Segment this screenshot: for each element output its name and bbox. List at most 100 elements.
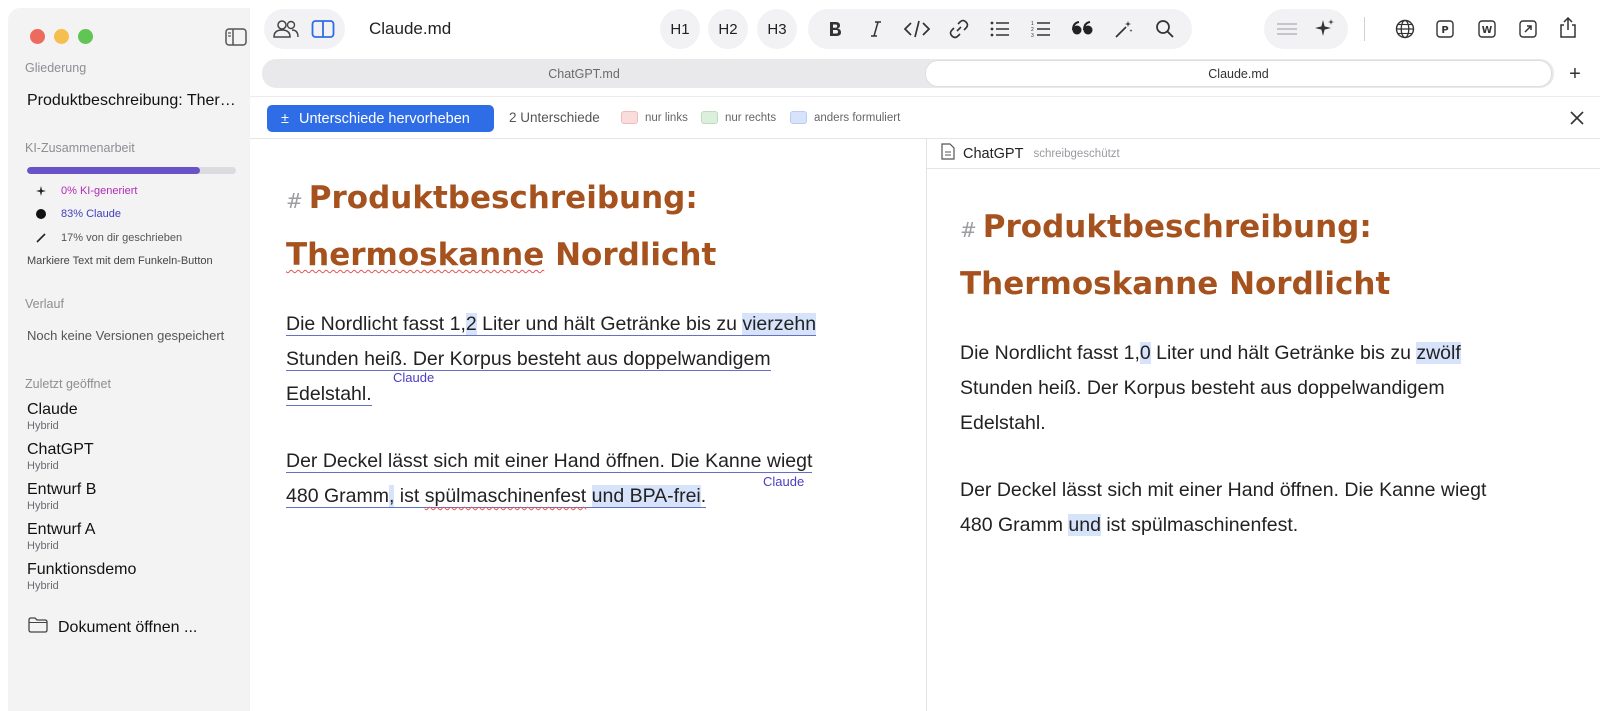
heading-2-button[interactable]: H2 [708,9,748,49]
text-run: Edelstahl. [960,412,1046,434]
text-run: ist [394,485,425,508]
link-icon[interactable] [942,13,976,45]
plus-minus-icon: ± [281,110,289,127]
no-versions-text: Noch keine Versionen gespeichert [27,328,225,343]
recent-item-name: Funktionsdemo [27,561,137,578]
bold-icon[interactable] [818,13,852,45]
difference-count: 2 Unterschiede [509,110,600,125]
sparkle-hint: Markiere Text mit dem Funkeln-Button [27,255,213,267]
text-run: . [700,485,707,508]
svg-text:P: P [1441,25,1448,36]
document-icon [941,142,955,165]
left-heading-line1: Produktbeschreibung: [308,180,698,216]
close-window-button[interactable] [30,29,45,44]
magic-wand-icon[interactable] [1107,13,1141,45]
recent-item-funktionsdemo[interactable]: Funktionsdemo Hybrid [27,560,136,600]
diff-reworded-run: und [1068,514,1101,536]
split-view-icon[interactable] [306,13,340,45]
sparkle-icon [35,185,47,197]
outline-heading: Gliederung [25,61,87,75]
right-heading-line2: Thermoskanne Nordlicht [960,266,1391,302]
export-pdf-icon[interactable]: P [1428,13,1462,45]
sparkle-icon[interactable] [1308,13,1342,45]
recent-item-mode: Hybrid [27,580,59,592]
tab-claude[interactable]: Claude.md [926,61,1551,86]
recent-item-claude[interactable]: Claude Hybrid [27,400,136,440]
history-heading: Verlauf [25,297,64,311]
diff-reworded-run: und BPA-frei [591,485,701,508]
folder-icon [28,617,48,638]
claude-attribution-tag: Claude [393,370,435,385]
close-diff-icon[interactable] [1566,107,1588,129]
text-run: Edelstahl. [286,383,372,406]
add-tab-button[interactable]: + [1562,62,1588,86]
recent-item-mode: Hybrid [27,540,59,552]
stat-self-written-label: 17% von dir geschrieben [61,232,183,244]
minimize-window-button[interactable] [54,29,69,44]
highlight-differences-label: Unterschiede hervorheben [298,110,470,127]
legend-swatch-right [701,111,718,124]
bullet-list-icon[interactable] [983,13,1017,45]
pencil-icon [35,232,47,244]
left-heading[interactable]: # Produktbeschreibung: Thermoskanne Nordl… [286,171,716,282]
left-paragraph-2[interactable]: Der Deckel lässt sich mit einer Hand öff… [286,444,906,514]
open-document-label: Dokument öffnen ... [58,618,198,636]
recent-item-entwurf-b[interactable]: Entwurf B Hybrid [27,480,136,520]
text-run: 480 Gramm [960,514,1069,536]
diff-reworded-run: zwölf [1416,342,1461,364]
text-run: Der Deckel lässt sich mit einer Hand öff… [960,479,1487,501]
document-title: Claude.md [369,19,452,38]
diff-reworded-run: 0 [1139,342,1151,364]
recent-item-chatgpt[interactable]: ChatGPT Hybrid [27,440,136,480]
open-document-button[interactable]: Dokument öffnen ... [28,617,197,638]
heading-3-button[interactable]: H3 [757,9,797,49]
export-word-icon[interactable]: W [1470,13,1504,45]
tab-chatgpt[interactable]: ChatGPT.md [264,61,904,86]
text-run-misspelled: spülmaschinenfest [424,485,587,508]
collaborators-icon[interactable] [269,13,303,45]
right-paragraph-2: Der Deckel lässt sich mit einer Hand öff… [960,473,1580,543]
outline-item[interactable]: Produktbeschreibung: Thermoskanne Nordli… [27,92,237,110]
legend-swatch-left [621,111,638,124]
stat-ai-generated-label: 0% KI-generiert [61,185,138,197]
claude-attribution-tag: Claude [763,474,805,489]
text-run: Die Nordlicht fasst 1, [960,342,1140,364]
window-controls [30,29,93,44]
ai-share-progress-fill [27,167,201,174]
svg-text:3: 3 [1031,33,1034,38]
app-window: Gliederung Produktbeschreibung: Thermosk… [0,0,1600,711]
numbered-list-icon[interactable]: 123 [1024,13,1058,45]
tab-bar: ChatGPT.md Claude.md [262,59,1554,88]
open-external-icon[interactable] [1511,13,1545,45]
right-pane-header: ChatGPT schreibgeschützt [927,139,1600,169]
format-toolbar: 123 [808,9,1192,49]
recent-item-name: Entwurf A [27,521,96,538]
zoom-window-button[interactable] [78,29,93,44]
code-icon[interactable] [900,13,934,45]
svg-text:W: W [1482,25,1493,36]
globe-icon[interactable] [1388,13,1422,45]
sidebar-toggle-icon[interactable] [225,28,247,46]
ai-quote-icon[interactable] [1270,13,1304,45]
right-readonly-pane: ChatGPT schreibgeschützt # Produktbeschre… [927,139,1600,711]
stat-claude: 83% Claude [35,208,121,220]
text-run: Stunden heiß. Der Korpus besteht aus dop… [960,377,1445,399]
left-editor-pane[interactable]: # Produktbeschreibung: Thermoskanne Nordl… [250,139,926,711]
share-icon[interactable] [1551,12,1585,44]
left-paragraph-1[interactable]: Die Nordlicht fasst 1,2 Liter und hält G… [286,307,886,412]
text-run: Stunden heiß. Der Korpus besteht aus dop… [286,348,771,371]
quote-icon[interactable] [1066,13,1100,45]
highlight-differences-button[interactable]: ± Unterschiede hervorheben [267,105,494,132]
recent-item-entwurf-a[interactable]: Entwurf A Hybrid [27,520,136,560]
ai-collaboration-heading: KI-Zusammenarbeit [25,141,135,155]
italic-icon[interactable] [859,13,893,45]
heading-marker: # [286,189,303,213]
right-pane-name: ChatGPT [963,145,1024,162]
recent-item-name: ChatGPT [27,441,94,458]
right-paragraph-1: Die Nordlicht fasst 1,0 Liter und hält G… [960,336,1560,441]
text-run: Liter und hält Getränke bis zu [476,313,743,336]
diff-reworded-run: vierzehn [742,313,817,336]
heading-1-button[interactable]: H1 [660,9,700,49]
readonly-badge: schreibgeschützt [1033,147,1120,160]
search-icon[interactable] [1148,13,1182,45]
